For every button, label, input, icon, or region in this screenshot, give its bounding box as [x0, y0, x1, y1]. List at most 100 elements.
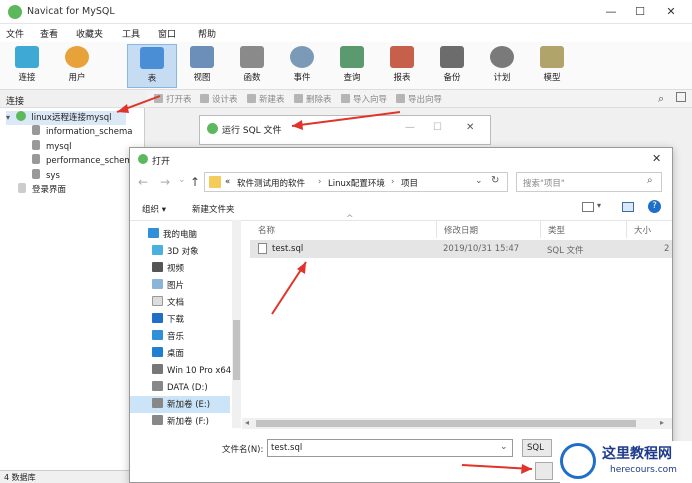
connection-panel: 连接 ▾ linux远程连接mysql information_schema m… — [0, 90, 145, 470]
design-table-button[interactable]: 设计表 — [200, 93, 238, 105]
schedule-button[interactable]: 计划 — [477, 44, 527, 88]
connect-button[interactable]: 连接 — [2, 44, 52, 88]
breadcrumb-item[interactable]: 软件测试用的软件 — [237, 177, 305, 189]
nav-item-this-pc[interactable]: 我的电脑 — [148, 228, 197, 240]
close-button[interactable]: ✕ — [660, 4, 682, 20]
menu-file[interactable]: 文件 — [6, 27, 24, 40]
filetype-dropdown[interactable]: SQL — [522, 439, 552, 457]
column-divider[interactable] — [626, 220, 627, 238]
breadcrumb-item[interactable]: Linux配置环境 — [328, 177, 385, 189]
filename-dropdown-icon[interactable]: ⌄ — [500, 442, 508, 452]
object-toolbar: 打开表 设计表 新建表 删除表 导入向导 导出向导 ⌕ — [146, 90, 692, 108]
user-button[interactable]: 用户 — [52, 44, 102, 88]
column-divider[interactable] — [436, 220, 437, 238]
file-row[interactable]: test.sql 2019/10/31 15:47 SQL 文件 2 — [250, 240, 672, 258]
nav-scrollbar-thumb[interactable] — [233, 320, 240, 380]
report-button[interactable]: 报表 — [377, 44, 427, 88]
search-icon[interactable]: ⌕ — [647, 175, 653, 186]
history-dropdown-icon[interactable]: ⌄ — [178, 175, 186, 185]
new-folder-button[interactable]: 新建文件夹 — [192, 203, 235, 215]
new-table-button[interactable]: 新建表 — [247, 93, 285, 105]
export-wizard-button[interactable]: 导出向导 — [396, 93, 442, 105]
preview-pane-icon[interactable] — [622, 202, 634, 212]
report-icon — [390, 46, 414, 68]
view-dropdown-icon[interactable]: ▾ — [597, 201, 601, 210]
path-overflow[interactable]: « — [225, 177, 230, 187]
search-icon[interactable]: ⌕ — [658, 92, 664, 106]
organize-button[interactable]: 组织 ▾ — [142, 203, 166, 215]
column-header-name[interactable]: 名称 — [258, 224, 275, 236]
open-table-button[interactable]: 打开表 — [154, 93, 192, 105]
tree-item-db[interactable]: information_schema — [32, 125, 133, 137]
table-button[interactable]: 表 — [127, 44, 177, 88]
nav-item-pictures[interactable]: 图片 — [152, 279, 184, 291]
nav-item-music[interactable]: 音乐 — [152, 330, 184, 342]
back-arrow-icon[interactable]: ← — [138, 175, 148, 189]
database-icon — [32, 154, 40, 164]
filename-input[interactable]: test.sql ⌄ — [267, 439, 513, 457]
menu-favorites[interactable]: 收藏夹 — [76, 27, 103, 40]
scroll-right-icon[interactable]: ▸ — [660, 418, 664, 427]
database-icon — [32, 140, 40, 150]
nav-item-desktop[interactable]: 桌面 — [152, 347, 184, 359]
tree-item-db[interactable]: performance_schem — [32, 154, 133, 166]
nav-item-drive-c[interactable]: Win 10 Pro x64 — [152, 364, 231, 376]
up-arrow-icon[interactable]: ↑ — [190, 175, 200, 189]
column-divider[interactable] — [540, 220, 541, 238]
search-input[interactable]: 搜索"项目" ⌕ — [516, 172, 662, 192]
expand-arrow-icon[interactable]: ▾ — [6, 113, 10, 122]
tree-item-login[interactable]: 登录界面 — [18, 183, 66, 195]
view-mode-icon[interactable] — [582, 202, 594, 212]
nav-item-3d[interactable]: 3D 对象 — [152, 245, 199, 257]
refresh-icon[interactable]: ↻ — [491, 175, 499, 186]
column-header-date[interactable]: 修改日期 — [444, 224, 478, 236]
horizontal-scrollbar[interactable]: ◂ ▸ — [242, 418, 672, 429]
minimize-button[interactable]: — — [600, 4, 622, 20]
drive-icon — [152, 398, 163, 408]
forward-arrow-icon[interactable]: → — [160, 175, 170, 189]
maximize-button[interactable]: ☐ — [629, 4, 651, 20]
nav-item-documents[interactable]: 文档 — [152, 296, 184, 308]
nav-item-drive-e[interactable]: 新加卷 (E:) — [152, 398, 210, 410]
run-sql-minimize-button[interactable]: — — [405, 122, 415, 133]
event-button[interactable]: 事件 — [277, 44, 327, 88]
address-dropdown-icon[interactable]: ⌄ — [475, 176, 483, 186]
breadcrumb-item[interactable]: 项目 — [401, 177, 418, 189]
column-header-size[interactable]: 大小 — [634, 224, 651, 236]
backup-button[interactable]: 备份 — [427, 44, 477, 88]
address-bar[interactable]: « 软件测试用的软件 › Linux配置环境 › 项目 ⌄ ↻ — [204, 172, 508, 192]
model-button[interactable]: 模型 — [527, 44, 577, 88]
function-button[interactable]: 函数 — [227, 44, 277, 88]
scroll-left-icon[interactable]: ◂ — [245, 418, 249, 427]
nav-label: 桌面 — [167, 349, 185, 359]
nav-item-drive-f[interactable]: 新加卷 (F:) — [152, 415, 209, 427]
nav-item-downloads[interactable]: 下载 — [152, 313, 184, 325]
menu-view[interactable]: 查看 — [40, 27, 58, 40]
download-icon — [152, 313, 163, 323]
open-table-icon — [154, 94, 163, 103]
tree-item-connection[interactable]: ▾ linux远程连接mysql — [6, 111, 126, 125]
view-button[interactable]: 视图 — [177, 44, 227, 88]
query-button[interactable]: 查询 — [327, 44, 377, 88]
run-sql-close-button[interactable]: ✕ — [466, 122, 474, 133]
function-label: 函数 — [243, 73, 261, 83]
open-dialog-close-button[interactable]: ✕ — [652, 152, 661, 165]
document-icon — [152, 296, 163, 306]
import-wizard-button[interactable]: 导入向导 — [341, 93, 387, 105]
tree-item-db[interactable]: mysql — [32, 140, 72, 152]
nav-label: 音乐 — [167, 332, 185, 342]
tree-item-db[interactable]: sys — [32, 169, 60, 181]
nav-item-drive-d[interactable]: DATA (D:) — [152, 381, 208, 393]
run-sql-maximize-button[interactable]: ☐ — [433, 122, 442, 133]
menu-help[interactable]: 帮助 — [198, 27, 216, 40]
layout-icon[interactable] — [676, 92, 686, 102]
horizontal-scrollbar-thumb[interactable] — [256, 420, 636, 427]
delete-table-button[interactable]: 删除表 — [294, 93, 332, 105]
menu-window[interactable]: 窗口 — [158, 27, 176, 40]
menu-tools[interactable]: 工具 — [122, 27, 140, 40]
open-button[interactable] — [535, 462, 553, 480]
column-header-type[interactable]: 类型 — [548, 224, 565, 236]
nav-item-videos[interactable]: 视频 — [152, 262, 184, 274]
computer-icon — [148, 228, 159, 238]
help-icon[interactable]: ? — [648, 200, 661, 213]
